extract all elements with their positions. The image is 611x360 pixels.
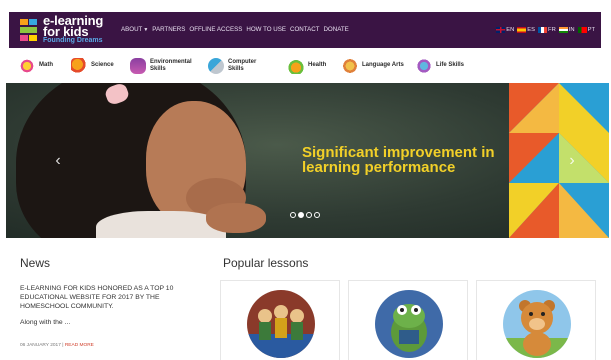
health-icon [288,57,304,74]
news-meta: 06 JANUARY 2017 | READ MORE [20,343,94,348]
nav-item-how-to-use[interactable]: HOW TO USE [244,24,288,36]
computer-icon [208,57,224,74]
carousel-dot[interactable] [306,212,312,218]
news-section-title: News [20,256,51,270]
category-science-label: Science [91,62,114,69]
read-more-link[interactable]: READ MORE [65,343,94,348]
language-pt-label: PT [587,27,595,33]
flag-spain-icon [517,27,527,33]
language-es-label: ES [527,27,536,33]
language-fr[interactable]: FR [538,24,556,36]
site-logo[interactable]: e-learning for kids Founding Dreams [18,14,118,45]
category-math[interactable]: Math [19,48,53,83]
carousel-dot[interactable] [298,212,304,218]
nav-item-partners[interactable]: PARTNERS [150,24,187,36]
language-selector: EN ES FR IN PT [496,24,595,36]
category-computer-skills-label: Computer Skills [228,59,257,72]
main-nav: ABOUT▼ PARTNERS OFFLINE ACCESS HOW TO US… [119,24,351,36]
logo-wordmark: e-learning for kids [43,14,103,38]
hero-triangle-pattern [509,83,609,238]
news-excerpt: Along with the ... [20,319,71,326]
category-environmental-skills[interactable]: Environmental Skills [130,48,192,83]
hero-photo-hand [206,203,266,233]
top-navigation-bar: e-learning for kids Founding Dreams ABOU… [9,12,601,48]
language-arts-icon [342,57,358,74]
carousel-next-button[interactable]: › [566,153,578,169]
language-en-label: EN [506,27,515,33]
news-headline-link[interactable]: E-LEARNING FOR KIDS HONORED AS A TOP 10 … [20,284,200,311]
category-environmental-skills-label: Environmental Skills [150,59,192,72]
carousel-dot[interactable] [314,212,320,218]
page: e-learning for kids Founding Dreams ABOU… [0,0,611,360]
life-skills-icon [416,57,432,74]
category-science[interactable]: Science [71,48,114,83]
category-health-label: Health [308,62,327,69]
chevron-left-icon: ‹ [55,152,61,169]
lesson-thumbnail-band [247,290,315,358]
carousel-prev-button[interactable]: ‹ [52,153,64,169]
flag-france-icon [538,27,548,33]
nav-item-offline-access[interactable]: OFFLINE ACCESS [187,24,244,36]
logo-mark-icon [20,19,39,41]
carousel-dot[interactable] [290,212,296,218]
category-life-skills[interactable]: Life Skills [416,48,464,83]
language-pt[interactable]: PT [577,24,595,36]
environmental-icon [130,57,146,74]
lesson-thumbnail-frog [375,290,443,358]
category-health[interactable]: Health [288,48,326,83]
news-date: 06 JANUARY 2017 [20,343,61,348]
flag-uk-icon [496,27,506,33]
lesson-thumbnail-bear [503,290,571,358]
category-computer-skills[interactable]: Computer Skills [208,48,256,83]
chevron-right-icon: › [569,152,575,169]
lesson-card[interactable] [476,280,596,360]
nav-item-about-label: ABOUT [121,26,143,33]
language-in[interactable]: IN [558,24,575,36]
logo-tagline: Founding Dreams [43,37,103,44]
category-life-skills-label: Life Skills [436,62,465,69]
nav-item-about[interactable]: ABOUT▼ [119,24,150,36]
hero-headline: Significant improvement in learning perf… [302,144,495,176]
caret-down-icon: ▼ [143,27,149,33]
nav-item-contact[interactable]: CONTACT [288,24,321,36]
category-math-label: Math [39,62,53,69]
flag-india-icon [558,27,568,33]
science-icon [71,57,87,74]
language-es[interactable]: ES [517,24,535,36]
math-icon [19,57,35,74]
category-language-arts-label: Language Arts [362,62,404,69]
lesson-card[interactable] [348,280,468,360]
carousel-indicators [290,212,320,218]
lesson-card[interactable] [220,280,340,360]
category-bar: Math Science Environmental Skills Comput… [9,48,601,83]
news-meta-separator: | [62,343,64,348]
language-en[interactable]: EN [496,24,514,36]
language-in-label: IN [568,27,575,33]
flag-portugal-icon [577,27,587,33]
popular-lessons-title: Popular lessons [223,256,309,270]
nav-item-donate[interactable]: DONATE [321,24,350,36]
language-fr-label: FR [548,27,556,33]
category-language-arts[interactable]: Language Arts [342,48,404,83]
